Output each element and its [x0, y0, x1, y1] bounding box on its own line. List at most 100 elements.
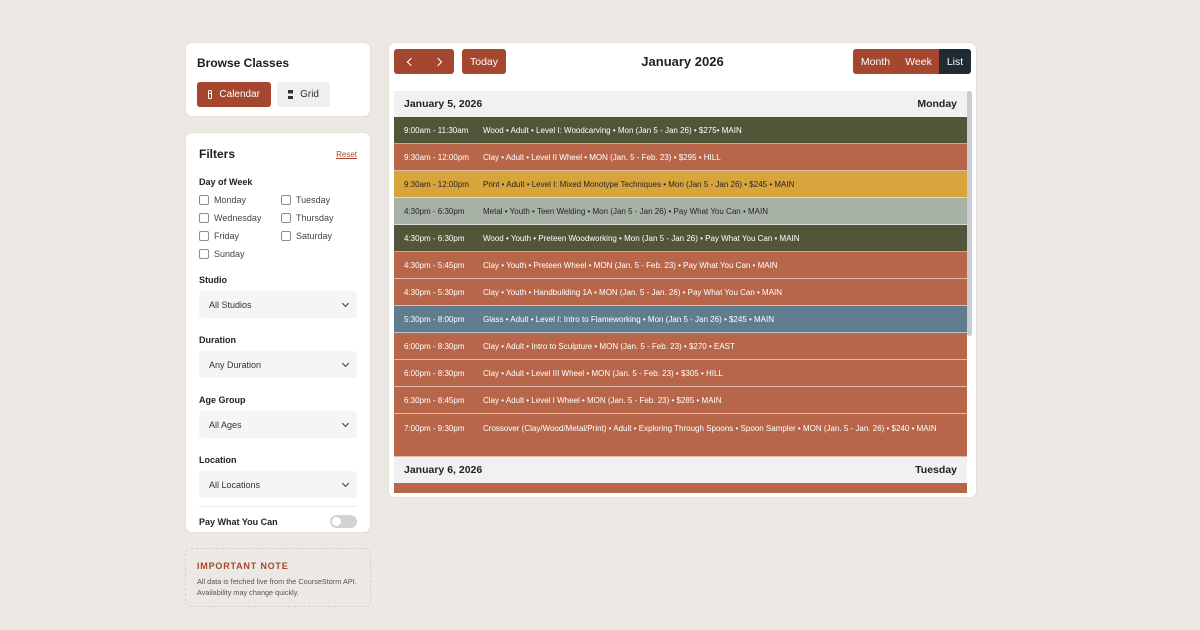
- event-time: 4:30pm - 6:30pm: [404, 233, 465, 243]
- event-row[interactable]: 7:00pm - 9:30pm Crossover (Clay/Wood/Meta…: [394, 414, 967, 457]
- event-row[interactable]: 4:30pm - 5:30pm Clay • Youth • Handbuildi…: [394, 279, 967, 306]
- browse-classes-card: Browse Classes Calendar Grid: [185, 42, 371, 117]
- checkbox[interactable]: [199, 249, 209, 259]
- event-row[interactable]: 4:30pm - 6:30pm Metal • Youth • Teen Weld…: [394, 198, 967, 225]
- tab-month[interactable]: Month: [853, 49, 898, 74]
- event-time: 9:00am - 12:15pm: [394, 492, 483, 494]
- day-label: Saturday: [296, 231, 333, 241]
- chevron-down-icon: [341, 299, 350, 307]
- grid-view-label: Grid: [300, 89, 319, 100]
- event-row[interactable]: 9:00am - 11:30am Wood • Adult • Level I: …: [394, 117, 967, 144]
- event-title: Clay • Adult • Level I Wheel • TUE (Jan.…: [483, 492, 967, 494]
- chevron-right-icon: [433, 57, 442, 66]
- day-checkbox-sunday[interactable]: Sunday: [199, 248, 281, 260]
- day-label: Wednesday: [214, 213, 262, 223]
- day-header-date: January 5, 2026: [404, 98, 483, 110]
- event-title: Clay • Adult • Level III Wheel • MON (Ja…: [483, 368, 723, 378]
- grid-icon: [288, 90, 294, 99]
- event-row[interactable]: 4:30pm - 5:45pm Clay • Youth • Preteen Wh…: [394, 252, 967, 279]
- age-group-select-value: All Ages: [209, 419, 242, 430]
- prev-month-button[interactable]: [394, 49, 424, 74]
- checkbox[interactable]: [199, 213, 209, 223]
- chevron-down-icon: [341, 419, 350, 427]
- event-time: 4:30pm - 6:30pm: [404, 206, 465, 216]
- event-title: Crossover (Clay/Wood/Metal/Print) • Adul…: [483, 424, 937, 433]
- filters-card: Filters Reset Day of Week Monday Tuesday…: [185, 132, 371, 533]
- day-checkbox-thursday[interactable]: Thursday: [281, 212, 361, 224]
- event-row[interactable]: 6:30pm - 8:45pm Clay • Adult • Level I Wh…: [394, 387, 967, 414]
- duration-select[interactable]: Any Duration: [199, 351, 357, 378]
- next-month-button[interactable]: [424, 49, 454, 74]
- event-title: Print • Adult • Level I: Mixed Monotype …: [483, 179, 795, 189]
- location-select-value: All Locations: [209, 479, 261, 490]
- event-list: January 5, 2026 Monday 9:00am - 11:30am Woo…: [394, 91, 967, 493]
- browse-title: Browse Classes: [197, 56, 290, 70]
- day-label: Tuesday: [296, 195, 331, 205]
- event-title: Clay • Youth • Handbuilding 1A • MON (Ja…: [483, 287, 783, 297]
- tab-list[interactable]: List: [939, 49, 971, 74]
- day-checkbox-tuesday[interactable]: Tuesday: [281, 194, 361, 206]
- duration-label: Duration: [199, 335, 236, 345]
- today-button[interactable]: Today: [462, 49, 506, 74]
- age-group-label: Age Group: [199, 395, 246, 405]
- calendar-view-button[interactable]: Calendar: [197, 82, 271, 107]
- day-checkbox-monday[interactable]: Monday: [199, 194, 281, 206]
- grid-view-button[interactable]: Grid: [277, 82, 330, 107]
- event-title: Metal • Youth • Teen Welding • Mon (Jan …: [483, 206, 768, 216]
- reset-filters-link[interactable]: Reset: [336, 150, 357, 159]
- day-header: January 5, 2026 Monday: [394, 91, 967, 117]
- note-text: All data is fetched live from the Course…: [197, 577, 357, 597]
- event-title: Clay • Adult • Level I Wheel • MON (Jan.…: [483, 395, 722, 405]
- studio-select-value: All Studios: [209, 299, 252, 310]
- scrollbar-thumb[interactable]: [967, 91, 972, 336]
- studio-select[interactable]: All Studios: [199, 291, 357, 318]
- age-group-select[interactable]: All Ages: [199, 411, 357, 438]
- view-mode-toggle: Calendar Grid: [197, 82, 359, 107]
- calendar-view-tabs: Month Week List: [853, 49, 971, 74]
- pay-what-you-can-row: Pay What You Can: [199, 506, 357, 528]
- day-header-weekday: Monday: [917, 98, 957, 110]
- day-header-weekday: Tuesday: [915, 464, 957, 476]
- event-row[interactable]: 5:30pm - 8:00pm Glass • Adult • Level I: …: [394, 306, 967, 333]
- important-note: IMPORTANT NOTE All data is fetched live …: [185, 548, 371, 607]
- day-checkbox-wednesday[interactable]: Wednesday: [199, 212, 281, 224]
- day-checkbox-friday[interactable]: Friday: [199, 230, 281, 242]
- location-select[interactable]: All Locations: [199, 471, 357, 498]
- pay-what-you-can-toggle[interactable]: [330, 515, 357, 528]
- day-header-date: January 6, 2026: [404, 464, 483, 476]
- duration-select-value: Any Duration: [209, 359, 262, 370]
- chevron-down-icon: [341, 479, 350, 487]
- tab-week[interactable]: Week: [898, 49, 939, 74]
- day-checkbox-saturday[interactable]: Saturday: [281, 230, 361, 242]
- day-label: Sunday: [214, 249, 245, 259]
- event-row[interactable]: 4:30pm - 6:30pm Wood • Youth • Preteen Wo…: [394, 225, 967, 252]
- calendar-panel: Today January 2026 Month Week List Janua…: [388, 42, 977, 498]
- day-header: January 6, 2026 Tuesday: [394, 457, 967, 483]
- event-title: Clay • Adult • Intro to Sculpture • MON …: [483, 341, 735, 351]
- event-row[interactable]: 9:30am - 12:00pm Print • Adult • Level I:…: [394, 171, 967, 198]
- event-time: 4:30pm - 5:45pm: [404, 260, 465, 270]
- event-row[interactable]: 9:00am - 12:15pmClay • Adult • Level I W…: [394, 483, 967, 493]
- event-title: Glass • Adult • Level I: Intro to Flamew…: [483, 314, 775, 324]
- checkbox[interactable]: [281, 213, 291, 223]
- calendar-nav: [394, 49, 454, 74]
- event-row[interactable]: 9:30am - 12:00pm Clay • Adult • Level II …: [394, 144, 967, 171]
- event-row[interactable]: 6:00pm - 8:30pm Clay • Adult • Level III …: [394, 360, 967, 387]
- day-of-week-checkboxes: Monday Tuesday Wednesday Thursday Friday…: [199, 194, 357, 260]
- event-time: 9:30am - 12:00pm: [404, 152, 469, 162]
- day-label: Monday: [214, 195, 247, 205]
- note-title: IMPORTANT NOTE: [197, 561, 289, 571]
- list-scrollbar[interactable]: [967, 91, 972, 493]
- event-title: Clay • Youth • Preteen Wheel • MON (Jan.…: [483, 260, 778, 270]
- event-time: 9:30am - 12:00pm: [404, 179, 469, 189]
- checkbox[interactable]: [281, 195, 291, 205]
- chevron-down-icon: [341, 359, 350, 367]
- checkbox[interactable]: [199, 195, 209, 205]
- pay-what-you-can-label: Pay What You Can: [199, 516, 278, 527]
- event-title: Clay • Adult • Level II Wheel • MON (Jan…: [483, 152, 721, 162]
- filters-title: Filters: [199, 147, 236, 161]
- checkbox[interactable]: [281, 231, 291, 241]
- checkbox[interactable]: [199, 231, 209, 241]
- event-row[interactable]: 6:00pm - 8:30pm Clay • Adult • Intro to S…: [394, 333, 967, 360]
- event-title: Wood • Youth • Preteen Woodworking • Mon…: [483, 233, 800, 243]
